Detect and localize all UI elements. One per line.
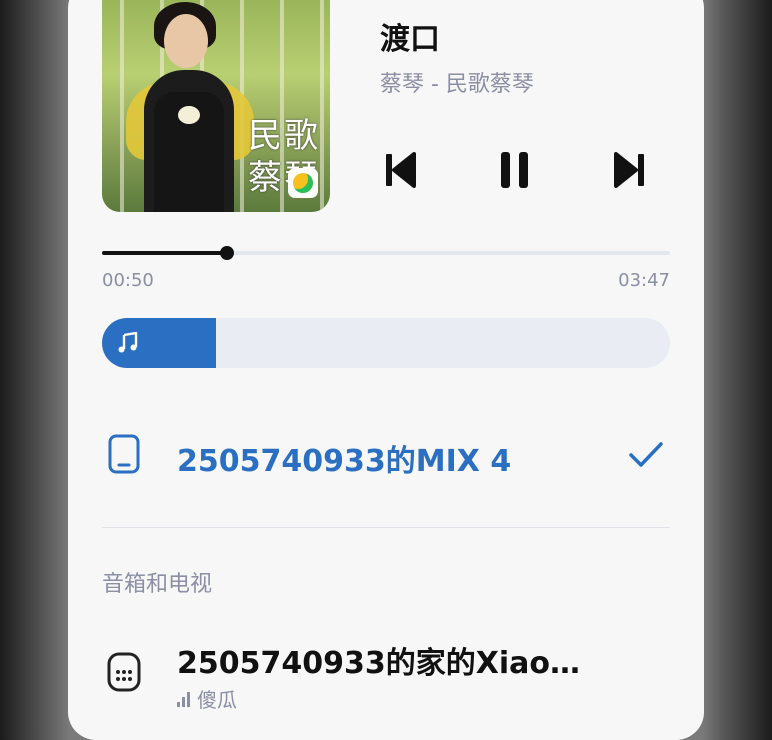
speaker-icon <box>107 652 141 692</box>
song-title: 渡口 <box>380 22 440 57</box>
qq-music-icon <box>288 168 318 198</box>
current-time: 00:50 <box>102 270 154 291</box>
speaker-device-subtitle: 傻瓜 <box>177 684 237 713</box>
section-label: 音箱和电视 <box>102 572 213 597</box>
total-time: 03:47 <box>618 270 670 291</box>
music-note-icon <box>118 331 138 353</box>
speaker-device-name[interactable]: 2505740933的家的Xiao… <box>177 638 580 682</box>
signal-bars-icon <box>177 691 191 707</box>
check-icon <box>629 442 663 467</box>
divider <box>102 527 670 528</box>
album-art: 民歌 蔡琴 <box>102 0 330 212</box>
current-device-name[interactable]: 2505740933的MIX 4 <box>177 436 511 480</box>
progress-fill <box>102 251 227 255</box>
playback-progress-slider[interactable] <box>102 246 670 260</box>
speaker-device-sub-label: 傻瓜 <box>197 688 237 712</box>
song-artist-album: 蔡琴 - 民歌蔡琴 <box>380 72 534 97</box>
previous-icon[interactable] <box>384 150 420 190</box>
progress-thumb[interactable] <box>219 246 234 260</box>
phone-icon <box>108 434 140 474</box>
volume-slider[interactable] <box>102 318 670 368</box>
next-icon[interactable] <box>610 150 646 190</box>
pause-icon[interactable] <box>497 150 533 190</box>
